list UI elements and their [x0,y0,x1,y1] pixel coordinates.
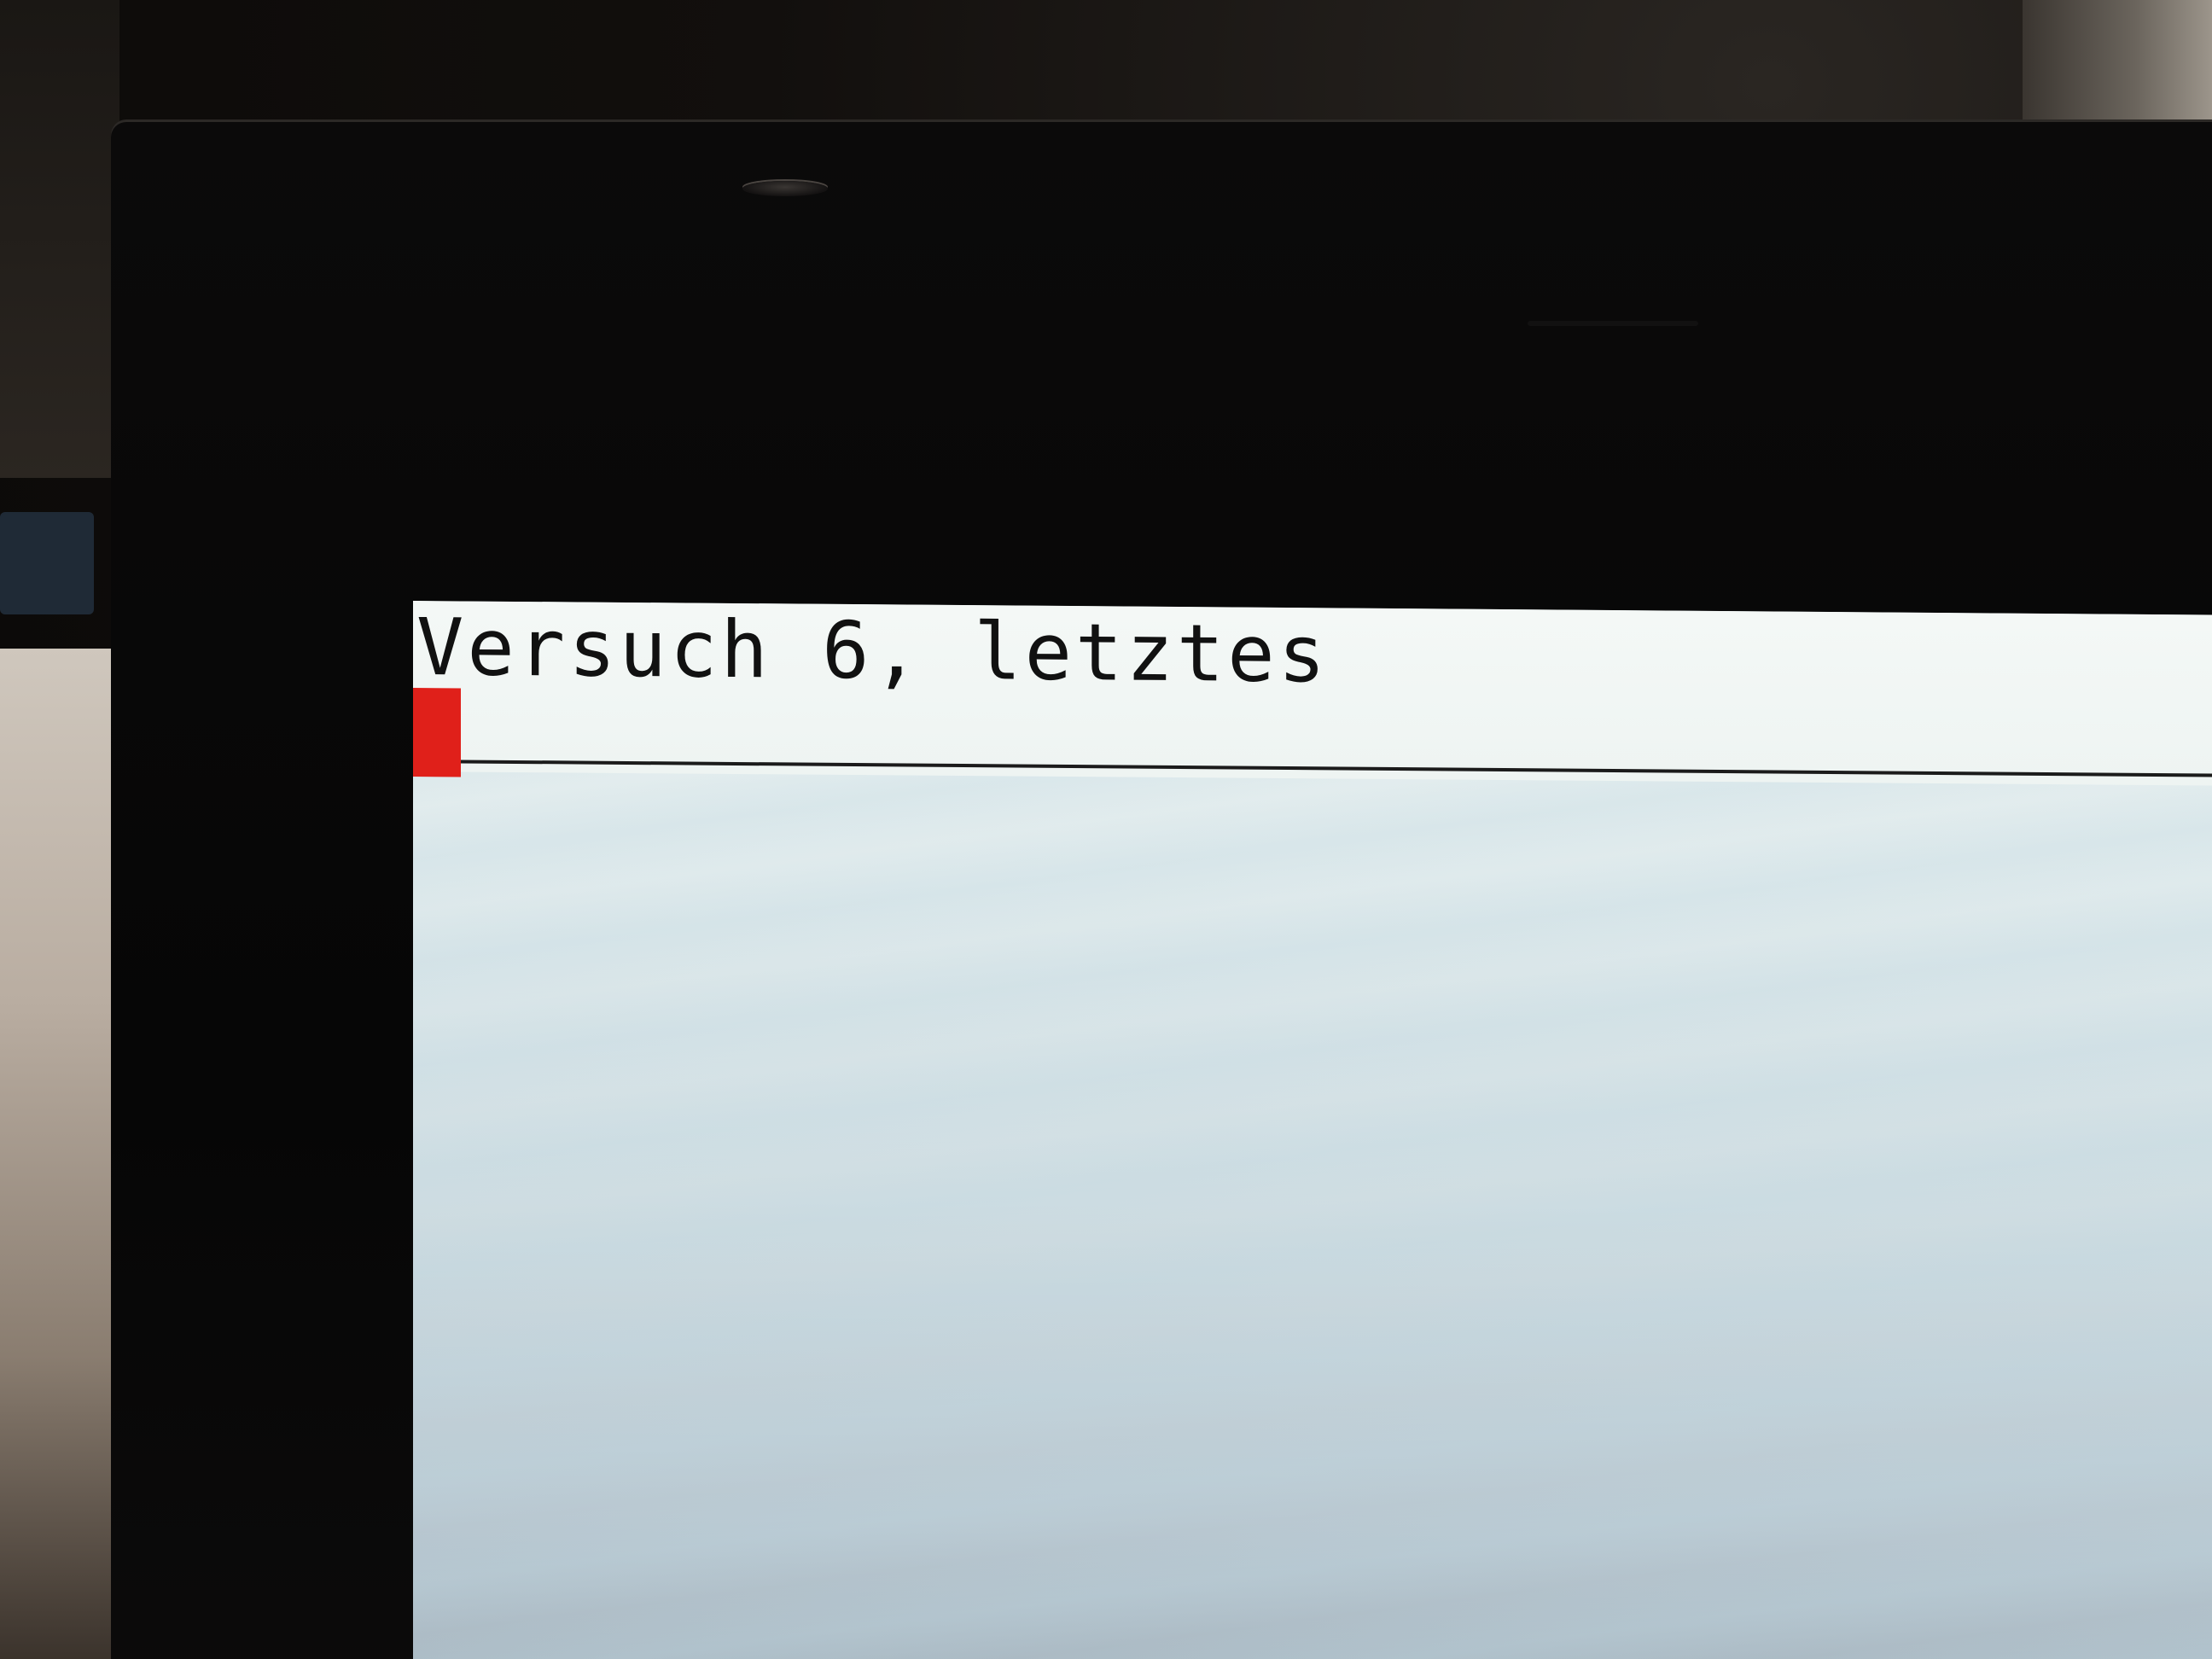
terminal-input-area[interactable]: Versuch 6, letztes [413,601,2212,786]
background-wall [2023,0,2212,128]
empty-content-area[interactable] [413,771,2212,1659]
text-cursor [413,688,461,777]
background-shelf [0,0,119,478]
terminal-text-line: Versuch 6, letztes [416,602,1329,701]
background-device [0,512,94,614]
photo-scene: Versuch 6, letztes [0,0,2212,1659]
webcam-icon [742,181,828,196]
ambient-sensor [1528,321,1698,326]
laptop-screen: Versuch 6, letztes [413,601,2212,1659]
